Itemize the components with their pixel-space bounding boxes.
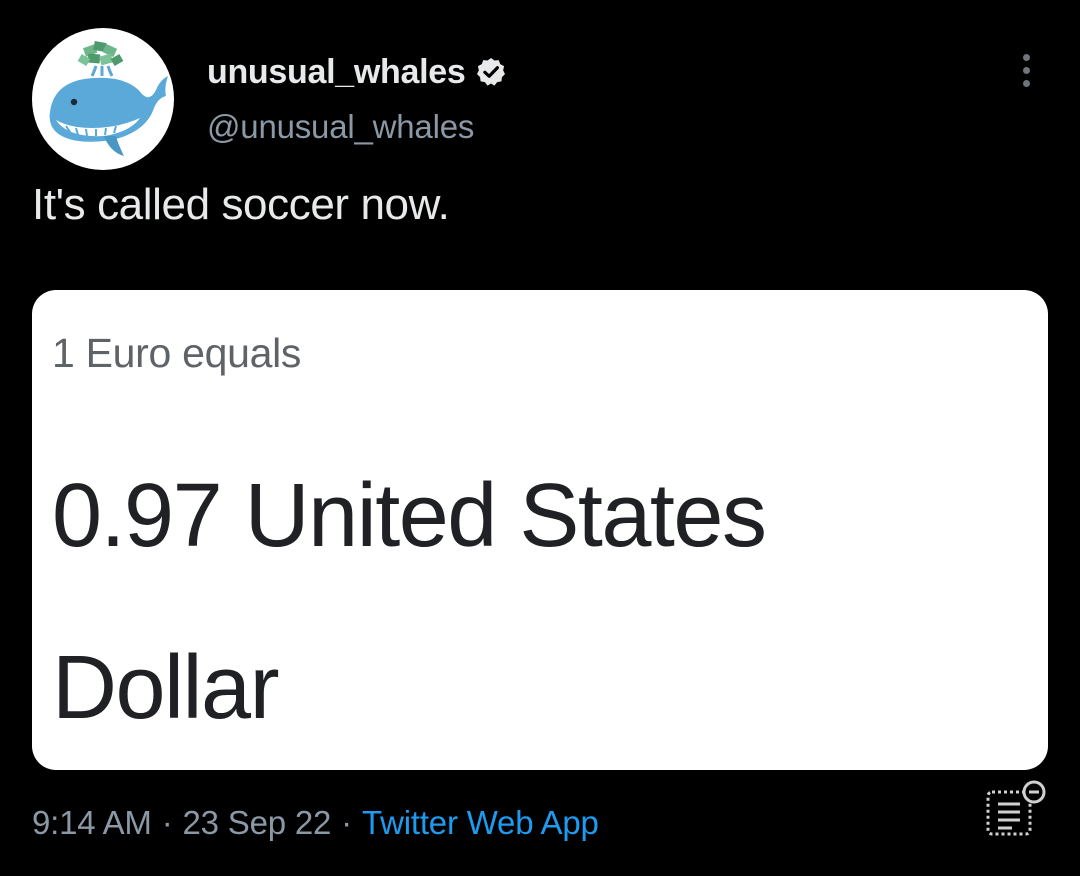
handle[interactable]: @unusual_whales: [207, 108, 474, 146]
tweet: unusual_whales @unusual_whales It's call…: [0, 0, 1080, 876]
conversion-result: 0.97 United States Dollar: [52, 430, 1012, 774]
tweet-text: It's called soccer now.: [32, 180, 450, 229]
conversion-result-line-2: Dollar: [52, 638, 280, 738]
display-name-row: unusual_whales: [207, 50, 507, 94]
whale-avatar-icon: [49, 41, 168, 156]
meta-separator: ·: [161, 804, 173, 841]
verified-badge-icon: [477, 58, 506, 86]
tweet-source-link[interactable]: Twitter Web App: [362, 804, 599, 841]
more-button[interactable]: [1008, 48, 1044, 92]
tweet-time[interactable]: 9:14 AM: [32, 804, 152, 841]
avatar[interactable]: [32, 28, 174, 170]
more-vertical-icon-dot: [1022, 79, 1030, 87]
tweet-date[interactable]: 23 Sep 22: [182, 804, 331, 841]
conversion-label: 1 Euro equals: [52, 330, 302, 376]
more-vertical-icon: [1022, 53, 1030, 61]
conversion-result-line-1: 0.97 United States: [52, 466, 767, 566]
display-name[interactable]: unusual_whales: [207, 53, 466, 92]
meta-separator: ·: [341, 804, 352, 841]
more-vertical-icon-dot: [1022, 66, 1030, 74]
reader-list-icon[interactable]: [984, 776, 1050, 842]
tweet-meta: 9:14 AM · 23 Sep 22 · Twitter Web App: [32, 804, 599, 842]
